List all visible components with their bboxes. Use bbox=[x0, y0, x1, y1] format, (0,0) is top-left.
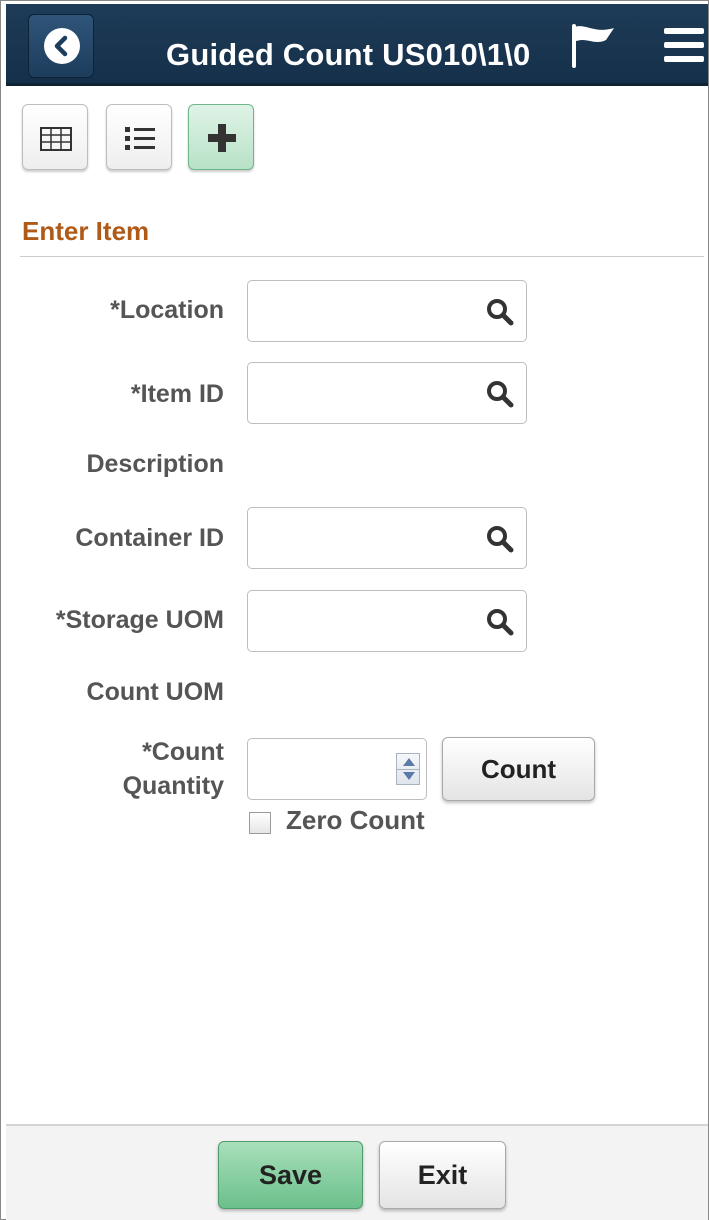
item-id-field[interactable] bbox=[247, 362, 527, 424]
search-icon[interactable] bbox=[486, 380, 514, 408]
quantity-stepper[interactable] bbox=[396, 753, 420, 785]
container-id-label: Container ID bbox=[75, 524, 224, 552]
list-view-button[interactable] bbox=[106, 104, 172, 170]
stepper-down-icon[interactable] bbox=[403, 772, 415, 780]
add-button[interactable] bbox=[188, 104, 254, 170]
flag-icon[interactable] bbox=[568, 22, 618, 68]
item-id-label: *Item ID bbox=[130, 380, 224, 408]
hamburger-menu-icon[interactable] bbox=[664, 28, 704, 66]
chevron-left-icon bbox=[44, 28, 80, 64]
page-title: Guided Count US010\1\0 bbox=[166, 37, 531, 72]
zero-count-label: Zero Count bbox=[286, 805, 425, 835]
storage-uom-label: *Storage UOM bbox=[55, 606, 224, 634]
location-label: *Location bbox=[110, 296, 224, 324]
count-quantity-field[interactable] bbox=[247, 738, 427, 800]
container-id-input[interactable] bbox=[256, 514, 466, 562]
item-id-input[interactable] bbox=[256, 369, 466, 417]
list-view-icon bbox=[125, 127, 155, 150]
add-icon bbox=[208, 124, 236, 152]
stepper-up-icon[interactable] bbox=[403, 758, 415, 766]
exit-button[interactable]: Exit bbox=[379, 1141, 506, 1209]
header-bar: Guided Count US010\1\0 bbox=[6, 4, 708, 86]
count-quantity-label-line1: *Count bbox=[142, 738, 224, 766]
storage-uom-field[interactable] bbox=[247, 590, 527, 652]
zero-count-checkbox[interactable] bbox=[249, 812, 271, 834]
location-input[interactable] bbox=[256, 287, 466, 335]
search-icon[interactable] bbox=[486, 525, 514, 553]
grid-view-icon bbox=[40, 127, 72, 151]
count-uom-label: Count UOM bbox=[86, 678, 224, 706]
grid-view-button[interactable] bbox=[22, 104, 88, 170]
search-icon[interactable] bbox=[486, 608, 514, 636]
count-quantity-input[interactable] bbox=[256, 745, 386, 793]
location-field[interactable] bbox=[247, 280, 527, 342]
description-label: Description bbox=[86, 450, 224, 478]
save-button[interactable]: Save bbox=[218, 1141, 363, 1209]
storage-uom-input[interactable] bbox=[256, 597, 466, 645]
search-icon[interactable] bbox=[486, 298, 514, 326]
container-id-field[interactable] bbox=[247, 507, 527, 569]
back-button[interactable] bbox=[28, 14, 94, 78]
section-divider bbox=[20, 256, 704, 257]
section-title: Enter Item bbox=[22, 216, 150, 246]
count-button[interactable]: Count bbox=[442, 737, 595, 801]
count-quantity-label-line2: Quantity bbox=[122, 772, 224, 800]
